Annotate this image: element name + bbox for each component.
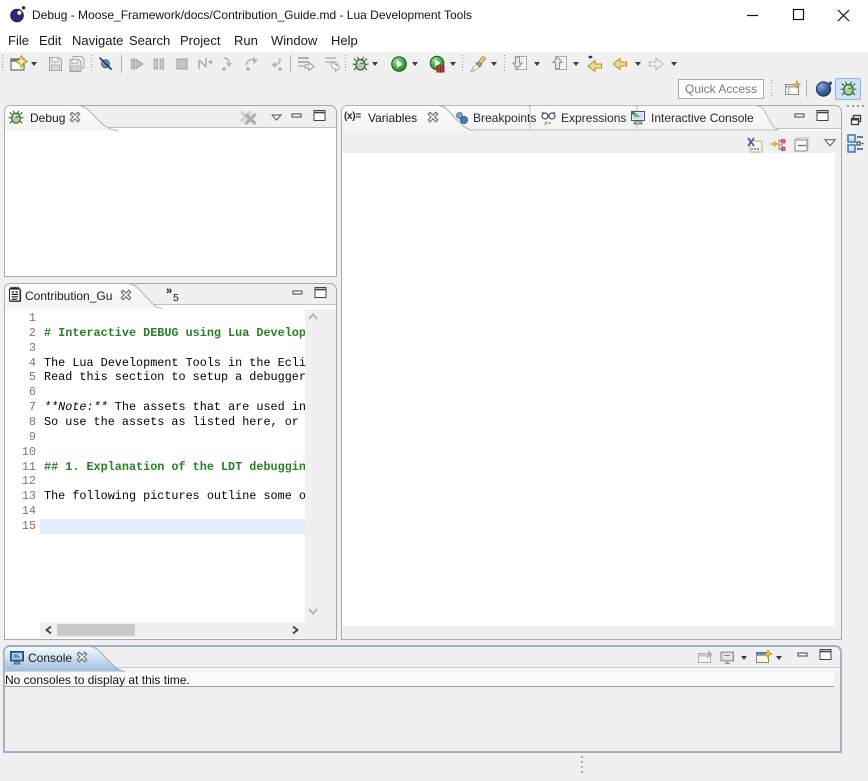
svg-text:x=: x= [544, 120, 552, 126]
